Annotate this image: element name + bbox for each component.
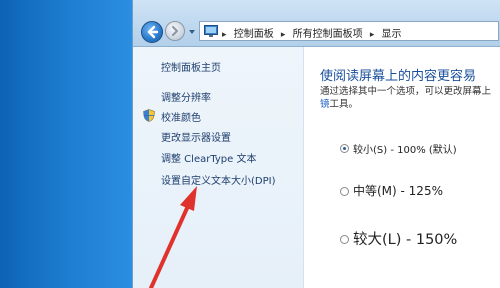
breadcrumb: ▸ 控制面板 ▸ 所有控制面板项 ▸ 显示 xyxy=(222,25,406,40)
size-option-small-radio[interactable] xyxy=(340,144,349,153)
breadcrumb-separator-icon: ▸ xyxy=(280,30,286,40)
back-arrow-icon xyxy=(147,25,159,39)
control-panel-window: ▸ 控制面板 ▸ 所有控制面板项 ▸ 显示 控制面板主页 调整分辨率 校准颜色 … xyxy=(132,0,500,288)
size-option-small-label[interactable]: 较小(S) - 100% (默认) xyxy=(353,141,457,156)
page-description: 通过选择其中一个选项，可以更改屏幕上 镜工具。 xyxy=(320,85,500,111)
page-title: 使阅读屏幕上的内容更容易 xyxy=(320,69,477,84)
control-panel-icon xyxy=(204,25,218,37)
breadcrumb-item-control-panel[interactable]: 控制面板 xyxy=(234,29,274,40)
breadcrumb-item-display[interactable]: 显示 xyxy=(382,29,402,40)
task-sidebar: 控制面板主页 调整分辨率 校准颜色 更改显示器设置 调整 ClearType 文… xyxy=(133,47,304,288)
back-button[interactable] xyxy=(141,21,163,43)
main-content: 使阅读屏幕上的内容更容易 通过选择其中一个选项，可以更改屏幕上 镜工具。 较小(… xyxy=(304,47,500,288)
sidebar-item-control-panel-home[interactable]: 控制面板主页 xyxy=(161,59,221,74)
size-option-medium-radio[interactable] xyxy=(340,187,349,196)
navigation-bar: ▸ 控制面板 ▸ 所有控制面板项 ▸ 显示 xyxy=(133,0,500,47)
sidebar-item-calibrate-color[interactable]: 校准颜色 xyxy=(161,109,201,124)
size-option-large-label[interactable]: 较大(L) - 150% xyxy=(353,228,457,249)
sidebar-item-adjust-resolution[interactable]: 调整分辨率 xyxy=(161,89,211,104)
size-option-medium-label[interactable]: 中等(M) - 125% xyxy=(353,182,443,199)
description-tail: 工具。 xyxy=(329,99,359,110)
breadcrumb-separator-icon: ▸ xyxy=(222,30,227,40)
sidebar-item-custom-dpi[interactable]: 设置自定义文本大小(DPI) xyxy=(161,172,275,187)
breadcrumb-item-all-items[interactable]: 所有控制面板项 xyxy=(293,29,363,40)
recent-pages-dropdown-icon[interactable] xyxy=(188,28,196,36)
sidebar-item-change-display-settings[interactable]: 更改显示器设置 xyxy=(161,129,231,144)
breadcrumb-separator-icon: ▸ xyxy=(369,30,375,40)
uac-shield-icon xyxy=(143,109,155,122)
magnifier-link[interactable]: 镜 xyxy=(320,99,330,110)
forward-arrow-icon xyxy=(172,26,178,36)
size-option-large-radio[interactable] xyxy=(340,235,349,244)
address-bar[interactable]: ▸ 控制面板 ▸ 所有控制面板项 ▸ 显示 xyxy=(199,21,499,41)
forward-button[interactable] xyxy=(165,21,185,41)
sidebar-item-adjust-cleartype[interactable]: 调整 ClearType 文本 xyxy=(161,150,256,165)
desktop-background xyxy=(0,0,132,288)
description-text: 通过选择其中一个选项，可以更改屏幕上 xyxy=(320,86,492,97)
